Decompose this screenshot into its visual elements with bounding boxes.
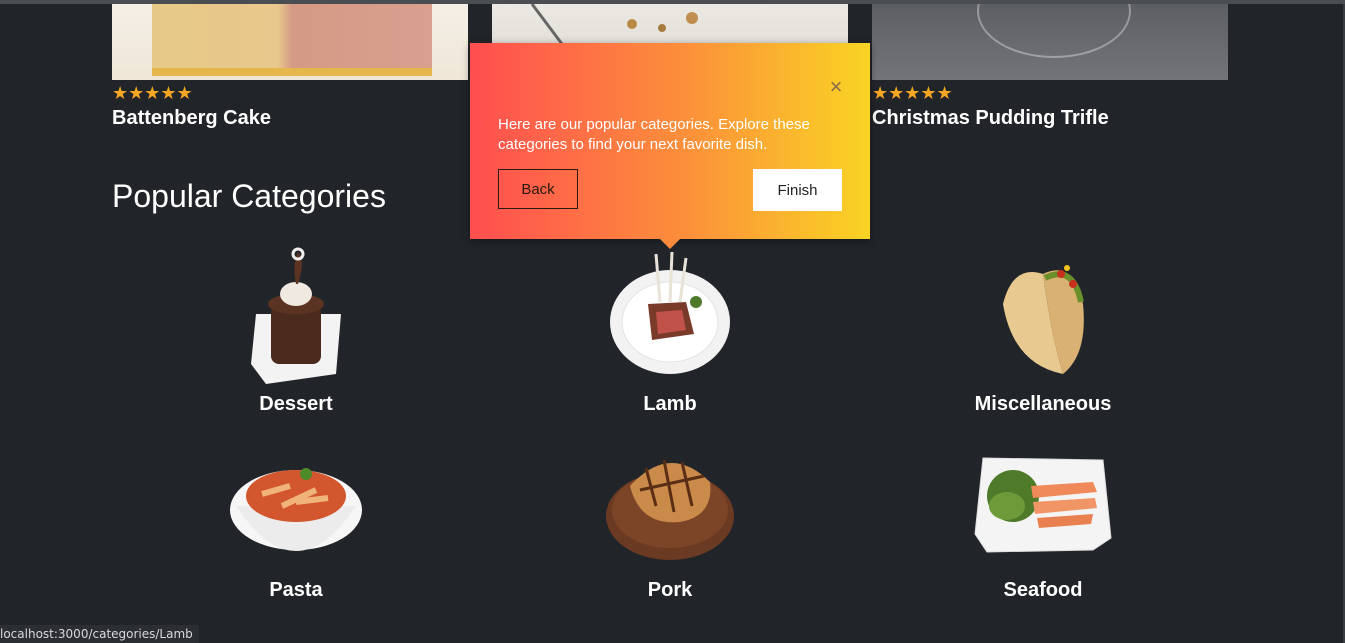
category-label: Lamb (643, 393, 697, 415)
tour-tooltip: × Here are our popular categories. Explo… (470, 43, 870, 239)
pork-image (600, 446, 740, 570)
section-title: Popular Categories (112, 178, 386, 214)
category-label: Dessert (259, 393, 333, 415)
dessert-image (226, 244, 366, 384)
status-url: localhost:3000/categories/Lamb (0, 625, 199, 643)
category-pasta[interactable]: Pasta (146, 446, 446, 602)
category-dessert[interactable]: Dessert (146, 244, 446, 416)
cake-slice-shape (152, 4, 432, 76)
category-seafood[interactable]: Seafood (893, 446, 1193, 602)
category-pork[interactable]: Pork (520, 446, 820, 602)
recipe-title[interactable]: Battenberg Cake (112, 106, 271, 130)
close-icon[interactable]: × (826, 76, 846, 98)
wine-glass-shape (977, 4, 1131, 58)
rating-stars: ★★★★★ (112, 83, 193, 104)
tour-message: Here are our popular categories. Explore… (498, 116, 810, 153)
recipe-image-battenberg[interactable] (112, 4, 468, 80)
category-miscellaneous[interactable]: Miscellaneous (893, 244, 1193, 416)
taco-image (973, 244, 1113, 384)
tooltip-arrow (660, 239, 680, 249)
seafood-image (973, 446, 1113, 570)
rating-stars: ★★★★★ (872, 83, 953, 104)
category-lamb[interactable]: Lamb (520, 244, 820, 416)
lamb-image (600, 244, 740, 384)
pasta-image (226, 446, 366, 570)
category-label: Miscellaneous (974, 393, 1112, 415)
finish-button[interactable]: Finish (753, 169, 842, 211)
back-button[interactable]: Back (498, 169, 578, 209)
recipe-image-trifle[interactable] (872, 4, 1228, 80)
recipe-title[interactable]: Christmas Pudding Trifle (872, 106, 1109, 130)
